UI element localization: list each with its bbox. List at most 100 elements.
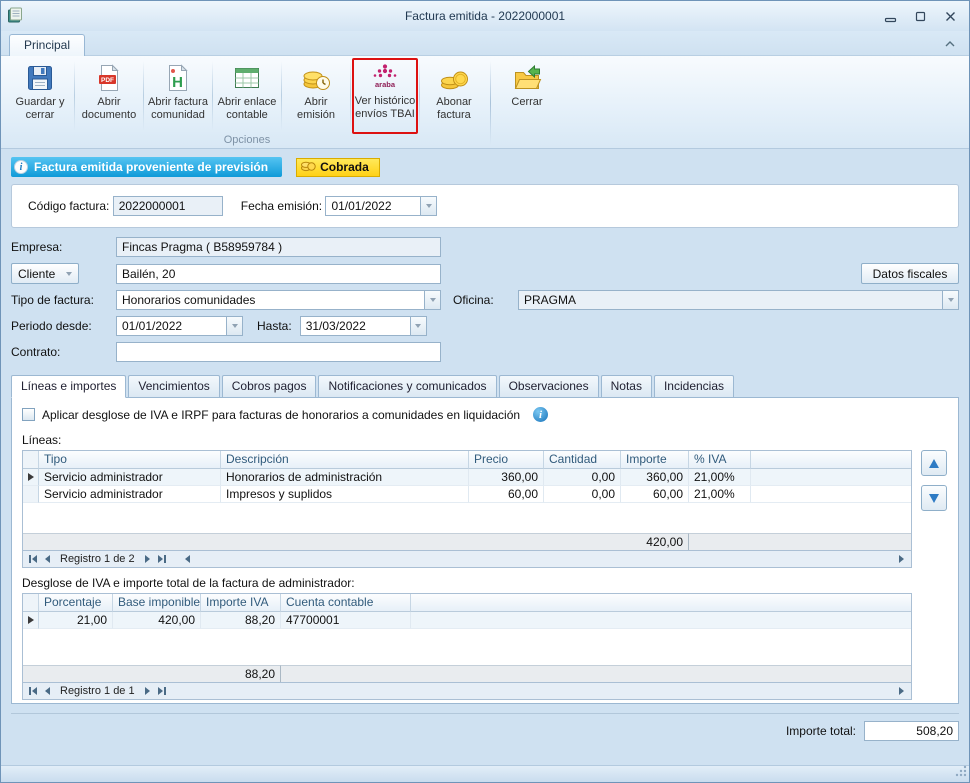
abrir-emision-button[interactable]: Abrir emisión <box>283 58 349 134</box>
restore-icon <box>913 10 928 23</box>
cliente-button[interactable]: Cliente <box>11 263 79 284</box>
last-record-button[interactable] <box>155 553 170 566</box>
contrato-field[interactable] <box>116 342 441 362</box>
status-bar <box>1 765 969 782</box>
codigo-factura-field[interactable]: 2022000001 <box>113 196 223 216</box>
column-header-importe-iva[interactable]: Importe IVA <box>201 594 281 612</box>
abonar-factura-button[interactable]: Abonar factura <box>421 58 487 134</box>
tipo-factura-combo[interactable]: Honorarios comunidades <box>116 290 441 310</box>
first-record-button[interactable] <box>25 685 40 698</box>
tab-incidencias[interactable]: Incidencias <box>654 375 734 398</box>
hasta-value[interactable]: 31/03/2022 <box>300 316 410 336</box>
tipo-factura-value[interactable]: Honorarios comunidades <box>116 290 424 310</box>
row-indicator-icon <box>28 616 34 624</box>
ribbon-separator <box>143 61 144 131</box>
abrir-documento-button[interactable]: PDF Abrir documento <box>76 58 142 134</box>
araba-tbai-icon: araba <box>370 61 400 93</box>
table-row[interactable]: Servicio administrador Impresos y suplid… <box>23 486 911 503</box>
coins-icon <box>301 159 316 175</box>
dropdown-button[interactable] <box>424 290 441 310</box>
lineas-panel: Aplicar desglose de IVA e IRPF para fact… <box>11 397 959 704</box>
desglose-iva-checkbox[interactable] <box>22 408 35 421</box>
row-indicator-icon <box>28 473 34 481</box>
fecha-emision-value[interactable]: 01/01/2022 <box>325 196 420 216</box>
fecha-emision-label: Fecha emisión: <box>241 199 322 213</box>
grid-empty-area <box>23 629 911 665</box>
prev-record-button[interactable] <box>40 553 55 566</box>
cerrar-button[interactable]: Cerrar <box>494 58 560 134</box>
periodo-desde-value[interactable]: 01/01/2022 <box>116 316 226 336</box>
ribbon-group-label-empty <box>494 134 560 148</box>
column-header-cantidad[interactable]: Cantidad <box>544 451 621 469</box>
dropdown-button[interactable] <box>942 290 959 310</box>
prev-record-button[interactable] <box>40 685 55 698</box>
scroll-left-button[interactable] <box>180 553 195 566</box>
column-header-importe[interactable]: Importe <box>621 451 689 469</box>
row-indicator-cell <box>23 486 39 503</box>
scroll-right-button[interactable] <box>894 553 909 566</box>
detail-tabs: Líneas e importes Vencimientos Cobros pa… <box>11 374 959 397</box>
move-row-down-button[interactable] <box>921 485 947 511</box>
abrir-factura-comunidad-button[interactable]: H Abrir factura comunidad <box>145 58 211 134</box>
fecha-emision-combo[interactable]: 01/01/2022 <box>325 196 437 216</box>
tab-cobros-pagos[interactable]: Cobros pagos <box>222 375 317 398</box>
empresa-label: Empresa: <box>11 240 116 254</box>
tab-notas[interactable]: Notas <box>601 375 652 398</box>
next-record-button[interactable] <box>140 553 155 566</box>
tab-principal[interactable]: Principal <box>9 34 85 56</box>
status-banner: i Factura emitida proveniente de previsi… <box>11 157 282 177</box>
column-header-cuenta-contable[interactable]: Cuenta contable <box>281 594 411 612</box>
tab-vencimientos[interactable]: Vencimientos <box>128 375 219 398</box>
guardar-y-cerrar-button[interactable]: Guardar y cerrar <box>7 58 73 134</box>
ribbon-separator <box>281 61 282 131</box>
desglose-total-value: 88,20 <box>201 665 281 682</box>
periodo-desde-combo[interactable]: 01/01/2022 <box>116 316 243 336</box>
resize-grip[interactable] <box>954 764 967 780</box>
datos-fiscales-button[interactable]: Datos fiscales <box>861 263 959 284</box>
column-header-precio[interactable]: Precio <box>469 451 544 469</box>
cell-filler <box>411 612 911 629</box>
table-row[interactable]: 21,00 420,00 88,20 47700001 <box>23 612 911 629</box>
dropdown-button[interactable] <box>420 196 437 216</box>
banner-text: Factura emitida proveniente de previsión <box>34 160 268 174</box>
cell-tipo: Servicio administrador <box>39 469 221 486</box>
next-record-button[interactable] <box>140 685 155 698</box>
column-header-iva[interactable]: % IVA <box>689 451 751 469</box>
tab-observaciones[interactable]: Observaciones <box>499 375 599 398</box>
abrir-enlace-contable-button[interactable]: Abrir enlace contable <box>214 58 280 134</box>
restore-button[interactable] <box>907 7 933 26</box>
info-icon[interactable]: i <box>533 407 548 422</box>
ribbon-collapse-button[interactable] <box>941 37 959 51</box>
oficina-combo[interactable]: PRAGMA <box>518 290 959 310</box>
close-button[interactable] <box>937 7 963 26</box>
desglose-section-label: Desglose de IVA e importe total de la fa… <box>22 576 948 590</box>
tab-lineas-e-importes[interactable]: Líneas e importes <box>11 375 126 398</box>
ribbon-button-label: Cerrar <box>511 96 542 109</box>
column-header-descripcion[interactable]: Descripción <box>221 451 469 469</box>
column-header-tipo[interactable]: Tipo <box>39 451 221 469</box>
hasta-combo[interactable]: 31/03/2022 <box>300 316 427 336</box>
dropdown-button[interactable] <box>410 316 427 336</box>
first-record-button[interactable] <box>25 553 40 566</box>
cliente-field[interactable]: Bailén, 20 <box>116 264 441 284</box>
table-row[interactable]: Servicio administrador Honorarios de adm… <box>23 469 911 486</box>
lineas-grid: Tipo Descripción Precio Cantidad Importe… <box>22 450 912 551</box>
arrow-up-icon <box>929 459 939 468</box>
desglose-pager: Registro 1 de 1 <box>22 683 912 700</box>
cell-precio: 60,00 <box>469 486 544 503</box>
oficina-value[interactable]: PRAGMA <box>518 290 942 310</box>
last-record-button[interactable] <box>155 685 170 698</box>
move-row-up-button[interactable] <box>921 450 947 476</box>
save-icon <box>25 62 55 94</box>
badge-label: Cobrada <box>320 160 369 174</box>
tab-notificaciones[interactable]: Notificaciones y comunicados <box>318 375 496 398</box>
empresa-field[interactable]: Fincas Pragma ( B58959784 ) <box>116 237 441 257</box>
ribbon-button-label: Abrir enlace contable <box>216 96 278 122</box>
dropdown-button[interactable] <box>226 316 243 336</box>
minimize-button[interactable] <box>877 7 903 26</box>
titlebar[interactable]: Factura emitida - 2022000001 <box>1 1 969 31</box>
ver-historico-envios-tbai-button[interactable]: araba Ver histórico envíos TBAI <box>352 58 418 134</box>
scroll-right-button[interactable] <box>894 685 909 698</box>
column-header-porcentaje[interactable]: Porcentaje <box>39 594 113 612</box>
column-header-base-imponible[interactable]: Base imponible <box>113 594 201 612</box>
